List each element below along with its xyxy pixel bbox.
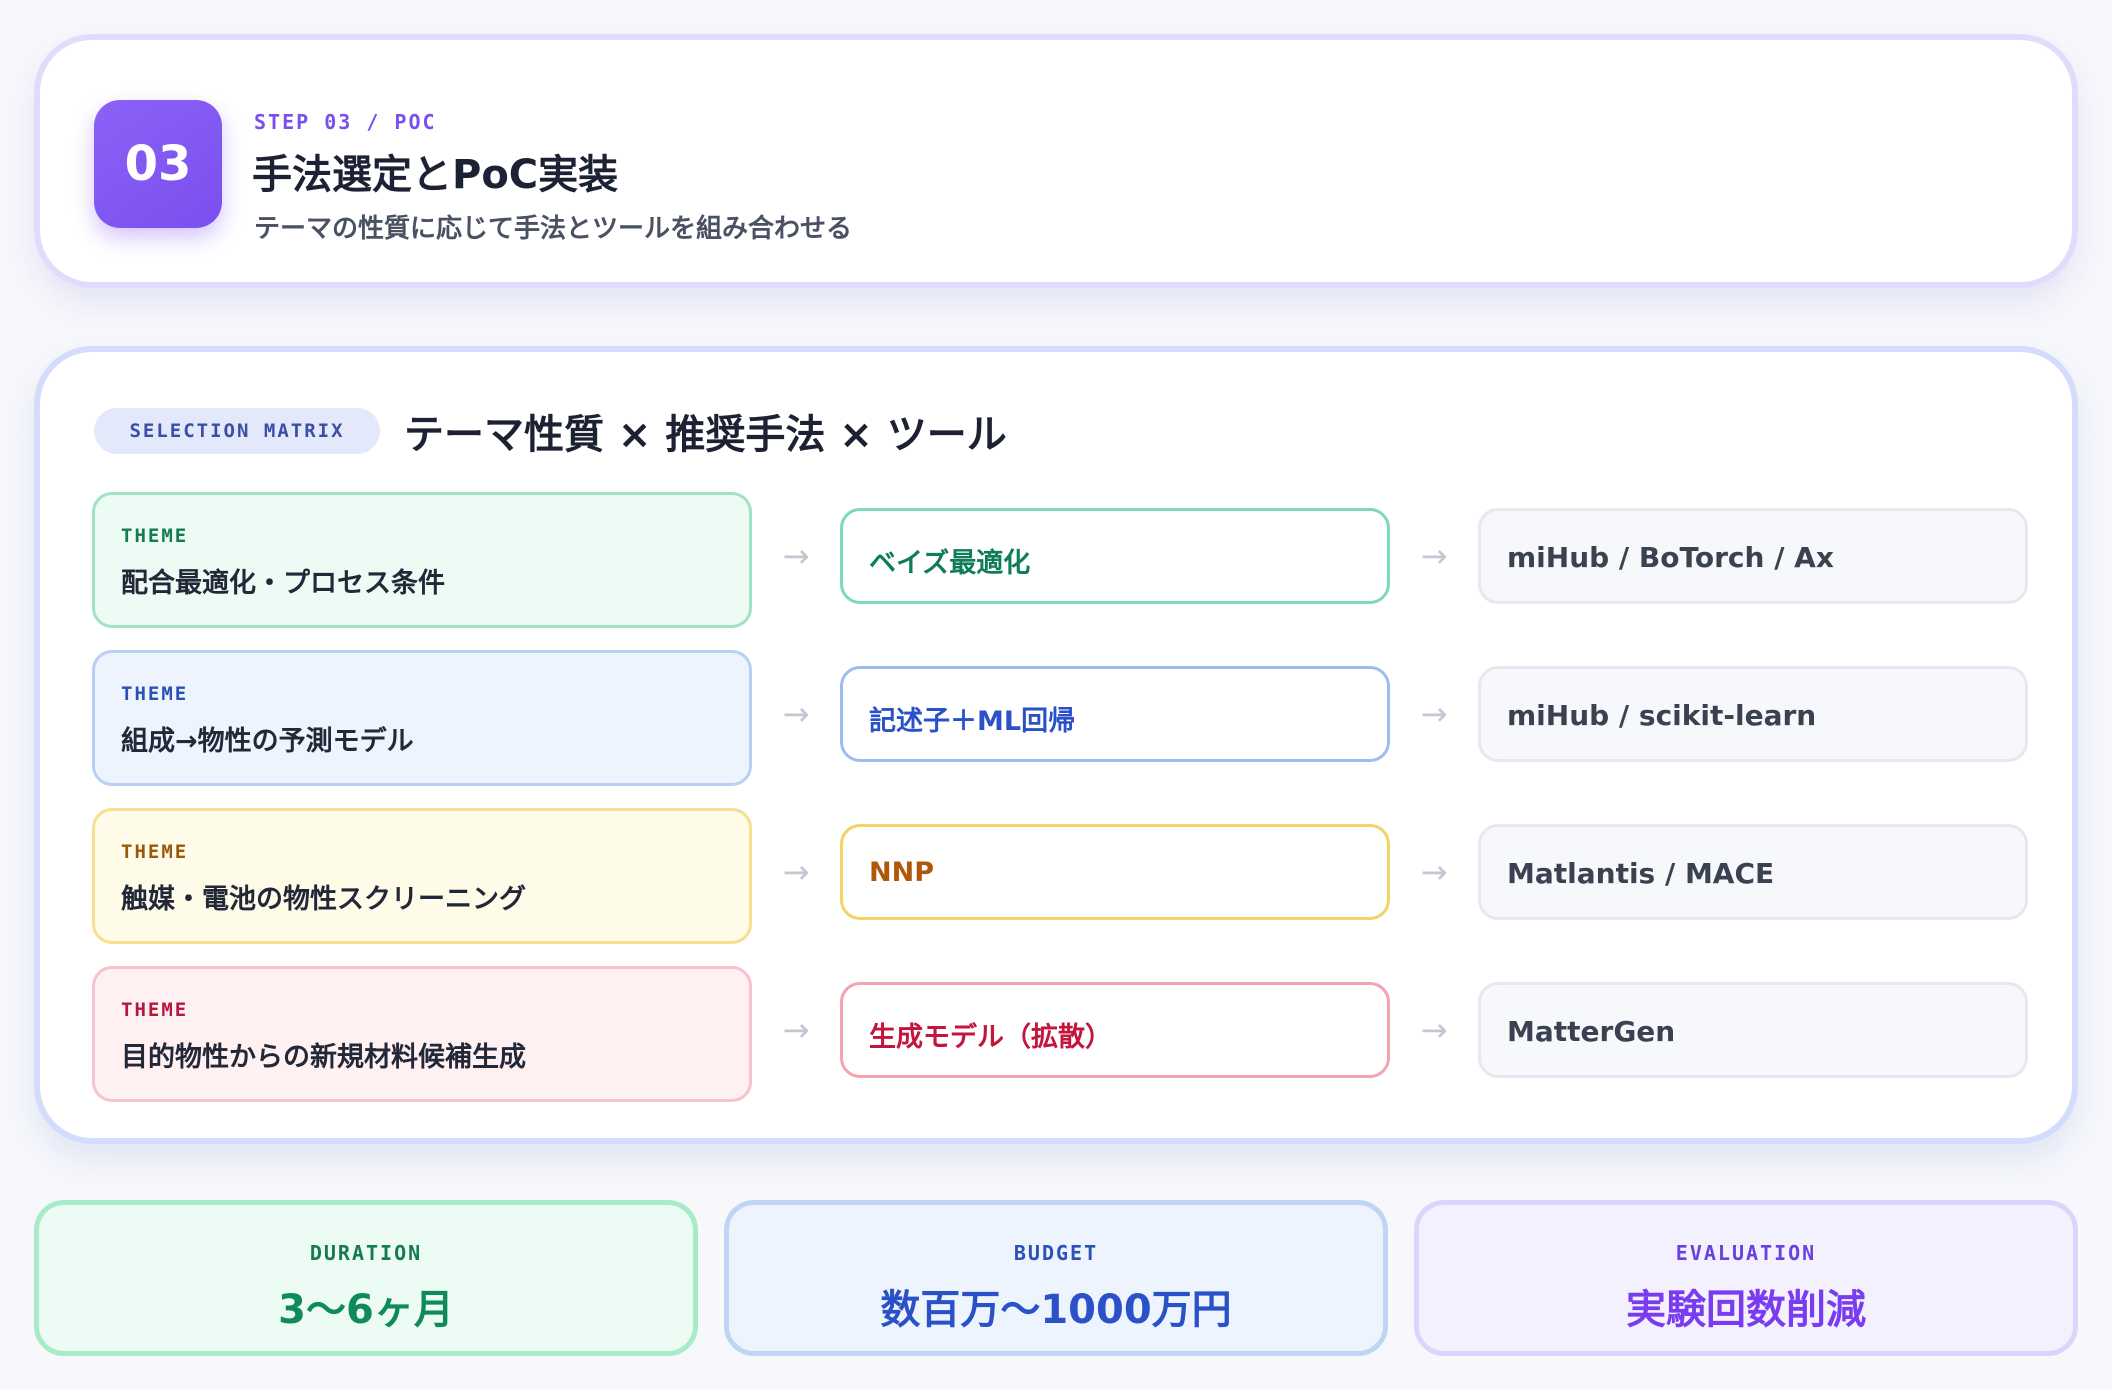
matrix-row-bayesian: THEME 配合最適化・プロセス条件 → ベイズ最適化 → miHub / Bo… — [40, 492, 2072, 628]
duration-stat-card: DURATION 3〜6ヶ月 — [34, 1200, 698, 1356]
tool-text: Matlantis / MACE — [1507, 857, 1775, 890]
selection-matrix-card: SELECTION MATRIX テーマ性質 × 推奨手法 × ツール THEM… — [34, 346, 2078, 1144]
tool-box: Matlantis / MACE — [1478, 824, 2028, 920]
tool-box: miHub / BoTorch / Ax — [1478, 508, 2028, 604]
arrow-right-icon: → — [782, 695, 810, 733]
duration-value: 3〜6ヶ月 — [278, 1287, 454, 1333]
arrow-right-icon: → — [782, 537, 810, 575]
method-box: NNP — [840, 824, 1390, 920]
tool-text: miHub / BoTorch / Ax — [1507, 541, 1834, 574]
step-header-card: 03 STEP 03 / POC 手法選定とPoC実装 テーマの性質に応じて手法… — [34, 34, 2078, 288]
page-title: 手法選定とPoC実装 — [252, 152, 619, 198]
theme-text: 組成→物性の予測モデル — [121, 726, 414, 757]
method-box: 生成モデル（拡散） — [840, 982, 1390, 1078]
matrix-row-ml-regression: THEME 組成→物性の予測モデル → 記述子＋ML回帰 → miHub / s… — [40, 650, 2072, 786]
matrix-row-nnp: THEME 触媒・電池の物性スクリーニング → NNP → Matlantis … — [40, 808, 2072, 944]
theme-box: THEME 配合最適化・プロセス条件 — [92, 492, 752, 628]
matrix-title: テーマ性質 × 推奨手法 × ツール — [404, 412, 1007, 458]
theme-box: THEME 組成→物性の予測モデル — [92, 650, 752, 786]
budget-value: 数百万〜1000万円 — [880, 1287, 1232, 1333]
tool-box: miHub / scikit-learn — [1478, 666, 2028, 762]
theme-text: 配合最適化・プロセス条件 — [121, 568, 445, 599]
theme-text: 触媒・電池の物性スクリーニング — [121, 884, 526, 915]
duration-label: DURATION — [309, 1241, 423, 1265]
selection-matrix-pill: SELECTION MATRIX — [94, 408, 380, 454]
arrow-right-icon: → — [1420, 1011, 1448, 1049]
method-text: ベイズ最適化 — [869, 548, 1031, 579]
step-number-badge: 03 — [94, 100, 222, 228]
tool-box: MatterGen — [1478, 982, 2028, 1078]
arrow-right-icon: → — [782, 853, 810, 891]
theme-box: THEME 触媒・電池の物性スクリーニング — [92, 808, 752, 944]
method-text: 記述子＋ML回帰 — [869, 706, 1076, 737]
theme-text: 目的物性からの新規材料候補生成 — [121, 1042, 526, 1073]
budget-label: BUDGET — [1013, 1241, 1099, 1265]
step-kicker: STEP 03 / POC — [254, 110, 437, 134]
arrow-right-icon: → — [1420, 695, 1448, 733]
evaluation-label: EVALUATION — [1675, 1241, 1817, 1265]
theme-box: THEME 目的物性からの新規材料候補生成 — [92, 966, 752, 1102]
method-text: NNP — [869, 857, 934, 888]
evaluation-stat-card: EVALUATION 実験回数削減 — [1414, 1200, 2078, 1356]
tool-text: MatterGen — [1507, 1015, 1676, 1048]
budget-stat-card: BUDGET 数百万〜1000万円 — [724, 1200, 1388, 1356]
method-box: 記述子＋ML回帰 — [840, 666, 1390, 762]
arrow-right-icon: → — [1420, 853, 1448, 891]
evaluation-value: 実験回数削減 — [1626, 1287, 1866, 1333]
theme-kicker: THEME — [121, 683, 189, 705]
method-box: ベイズ最適化 — [840, 508, 1390, 604]
theme-kicker: THEME — [121, 999, 189, 1021]
arrow-right-icon: → — [1420, 537, 1448, 575]
method-text: 生成モデル（拡散） — [869, 1022, 1112, 1053]
theme-kicker: THEME — [121, 525, 189, 547]
theme-kicker: THEME — [121, 841, 189, 863]
page-subtitle: テーマの性質に応じて手法とツールを組み合わせる — [254, 214, 853, 244]
arrow-right-icon: → — [782, 1011, 810, 1049]
tool-text: miHub / scikit-learn — [1507, 699, 1817, 732]
matrix-row-generative: THEME 目的物性からの新規材料候補生成 → 生成モデル（拡散） → Matt… — [40, 966, 2072, 1102]
